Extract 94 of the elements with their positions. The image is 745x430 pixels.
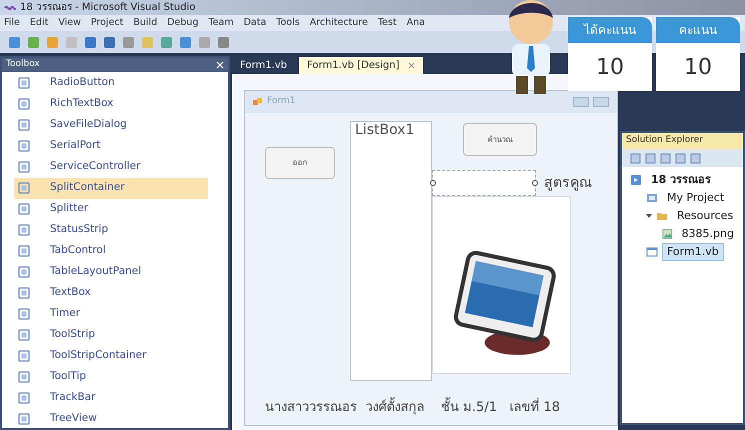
control-icon xyxy=(18,98,30,110)
window-title: 18 วรรณอร - Microsoft Visual Studio xyxy=(20,2,196,12)
score-header: คะแนน xyxy=(656,17,740,43)
toolbox-item[interactable]: ToolStripContainer xyxy=(14,346,208,366)
toolbox-item[interactable]: Splitter xyxy=(14,198,208,220)
control-icon xyxy=(18,224,30,236)
tree-item[interactable]: Resources xyxy=(672,207,738,225)
control-icon xyxy=(18,182,30,194)
resize-handle-icon[interactable] xyxy=(532,180,538,186)
calculate-button[interactable]: คำนวณ xyxy=(463,123,537,156)
toolbox-item[interactable]: TreeView xyxy=(14,408,208,430)
tree-item[interactable]: Form1.vb xyxy=(662,243,724,261)
control-icon xyxy=(18,119,30,131)
toolbox-item[interactable]: ToolTip xyxy=(14,366,208,388)
toolbar-icon[interactable] xyxy=(103,36,116,48)
toolbox-item[interactable]: TextBox xyxy=(14,282,208,304)
toolbar-icon[interactable] xyxy=(645,152,656,164)
toolbox-item[interactable]: SplitContainer xyxy=(14,178,208,198)
exit-button[interactable]: ออก xyxy=(265,147,335,179)
control-icon xyxy=(18,77,30,89)
project-icon xyxy=(646,192,658,204)
menu-item[interactable]: Architecture xyxy=(310,16,368,30)
expand-arrow-icon[interactable] xyxy=(646,214,652,218)
toolbox-item[interactable]: StatusStrip xyxy=(14,220,208,240)
text-field[interactable] xyxy=(432,170,536,196)
toolbar-icon[interactable] xyxy=(160,36,173,48)
menu-item[interactable]: Debug xyxy=(167,16,198,30)
menu-item[interactable]: Edit xyxy=(30,16,48,30)
form-file-icon xyxy=(646,246,658,258)
score-header: ได้คะแนน xyxy=(568,17,652,43)
student-info-label: นางสาววรรณอร วงศ์ตั้งสกุล ชั้น ม.5/1 เลขที่ 18 xyxy=(245,398,617,425)
toolbar-icon[interactable] xyxy=(179,36,192,48)
tree-item[interactable]: My Project xyxy=(662,189,730,207)
form-title: Form1 xyxy=(267,95,296,108)
menu-item[interactable]: File xyxy=(4,16,20,30)
toolbox-item[interactable]: ServiceController xyxy=(14,156,208,178)
document-tab[interactable]: Form1.vb xyxy=(232,57,295,74)
score-value: 10 xyxy=(683,54,713,82)
control-icon xyxy=(18,245,30,257)
folder-icon xyxy=(656,210,668,222)
toolbox-item[interactable]: RadioButton xyxy=(14,72,208,94)
control-icon xyxy=(18,413,30,425)
control-icon xyxy=(18,161,30,173)
tree-item[interactable]: 18 วรรณอร xyxy=(646,171,716,189)
control-icon xyxy=(18,140,30,152)
form-icon xyxy=(253,97,263,107)
panel-title: Toolbox xyxy=(6,58,40,71)
minimize-button[interactable] xyxy=(573,97,589,107)
toolbox-item[interactable]: Timer xyxy=(14,304,208,324)
close-icon[interactable] xyxy=(408,62,415,69)
panel-title: Solution Explorer xyxy=(626,134,703,148)
control-icon xyxy=(18,308,30,320)
menu-item[interactable]: Test xyxy=(378,16,397,30)
menu-item[interactable]: View xyxy=(58,16,81,30)
list-box[interactable]: ListBox1 xyxy=(350,121,432,381)
score-value: 10 xyxy=(595,54,625,82)
toolbar-icon[interactable] xyxy=(690,152,701,164)
menu-item[interactable]: Team xyxy=(208,16,234,30)
toolbar-icon[interactable] xyxy=(84,36,97,48)
menu-item[interactable]: Project xyxy=(90,16,124,30)
toolbar-icon[interactable] xyxy=(630,152,641,164)
toolbar-icon[interactable] xyxy=(675,152,686,164)
toolbar-icon[interactable] xyxy=(46,36,59,48)
toolbox-item[interactable]: TableLayoutPanel xyxy=(14,262,208,282)
control-icon xyxy=(18,371,30,383)
app-logo-icon xyxy=(4,4,16,12)
toolbar-icon[interactable] xyxy=(122,36,135,48)
tree-item[interactable]: 8385.png xyxy=(676,225,739,243)
toolbox-item[interactable]: ToolStrip xyxy=(14,324,208,346)
solution-icon xyxy=(630,174,642,186)
maximize-button[interactable] xyxy=(593,97,609,107)
toolbox-item[interactable]: TrackBar xyxy=(14,388,208,408)
toolbar-icon[interactable] xyxy=(217,36,230,48)
toolbox-item[interactable]: TabControl xyxy=(14,240,208,262)
menu-item[interactable]: Ana xyxy=(406,16,425,30)
toolbox-item[interactable]: SerialPort xyxy=(14,136,208,156)
menu-item[interactable]: Build xyxy=(133,16,158,30)
control-icon xyxy=(18,392,30,404)
toolbox-item[interactable]: SaveFileDialog xyxy=(14,114,208,136)
menu-item[interactable]: Tools xyxy=(276,16,300,30)
toolbar-icon[interactable] xyxy=(198,36,211,48)
multiplication-label: สูตรคูณ xyxy=(544,174,592,193)
toolbar-icon[interactable] xyxy=(660,152,671,164)
control-icon xyxy=(18,329,30,341)
control-icon xyxy=(18,287,30,299)
toolbar-icon[interactable] xyxy=(8,36,21,48)
control-icon xyxy=(18,266,30,278)
control-icon xyxy=(18,350,30,362)
image-file-icon xyxy=(662,228,673,240)
document-tab[interactable]: Form1.vb [Design] xyxy=(299,57,423,74)
control-icon xyxy=(18,203,30,215)
menu-item[interactable]: Data xyxy=(244,16,266,30)
toolbar-icon[interactable] xyxy=(27,36,40,48)
toolbox-item[interactable]: RichTextBox xyxy=(14,94,208,114)
